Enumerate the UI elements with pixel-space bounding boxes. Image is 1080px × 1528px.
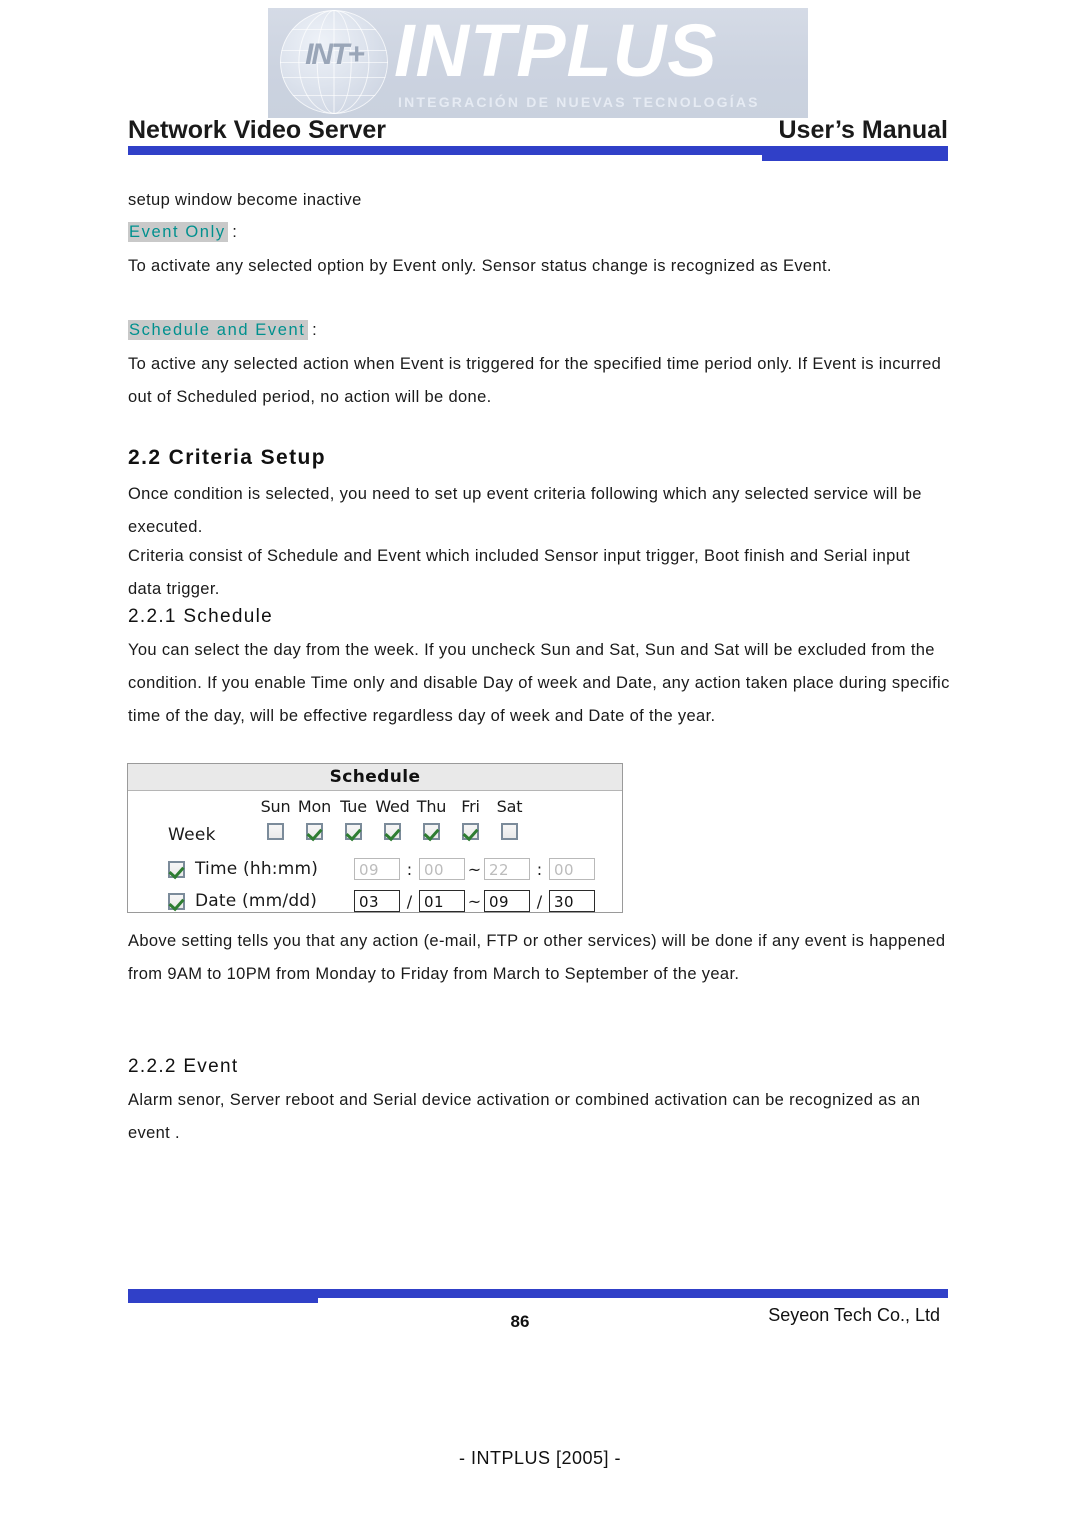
checkbox-day-tue[interactable] [345,823,362,840]
date-start-separator: / [406,891,413,911]
date-fields: 03 / 01 ~ 09 / 30 [354,889,595,913]
schedule-settings-panel: Schedule Week Sun Mon Tue Wed Thu Fri Sa… [127,763,623,913]
date-row: Date (mm/dd) [168,889,317,913]
checkbox-enable-time[interactable] [168,860,185,878]
paragraph-2-2-a: Once condition is selected, you need to … [128,485,922,536]
logo-wordmark: INTPLUS [394,9,718,92]
checkbox-day-sat[interactable] [501,823,518,840]
time-start-separator: : [406,859,413,879]
header-rule-right [762,146,948,161]
input-date-end-day[interactable]: 30 [549,890,595,912]
checkbox-day-thu[interactable] [423,823,440,840]
term-schedule-and-event-line: Schedule and Event : [128,314,952,347]
heading-2-2-1-schedule: 2.2.1 Schedule [128,606,273,627]
schedule-panel-title: Schedule [128,764,622,791]
time-end-separator: : [536,859,543,879]
day-label-wed: Wed [375,797,410,816]
footer-company-name: Seyeon Tech Co., Ltd [768,1305,940,1325]
intro-line: setup window become inactive [128,191,362,209]
paragraph-2-2-b: Criteria consist of Schedule and Event w… [128,547,911,598]
day-label-thu: Thu [416,797,447,816]
term-event-only: Event Only [128,222,228,242]
date-row-label: Date (mm/dd) [195,891,318,911]
footer-credit: - INTPLUS [2005] - [458,1448,622,1468]
time-row: Time (hh:mm) [168,857,318,881]
checkbox-enable-date[interactable] [168,892,185,910]
input-date-start-day[interactable]: 01 [419,890,465,912]
date-end-separator: / [536,891,543,911]
input-date-start-month[interactable]: 03 [354,890,400,912]
company-logo-banner: INT+ INTPLUS INTEGRACIÓN DE NUEVAS TECNO… [268,8,808,118]
logo-monogram: INT+ [305,38,365,71]
term-event-only-colon: : [227,223,237,241]
paragraph-after-figure: Above setting tells you that any action … [128,932,946,983]
header-document-title: Network Video Server [128,116,386,144]
day-label-tue: Tue [340,797,367,816]
time-fields: 09 : 00 ~ 22 : 00 [354,857,595,881]
term-event-only-line: Event Only : [128,216,952,249]
input-time-start-minute[interactable]: 00 [419,858,465,880]
checkbox-day-mon[interactable] [306,823,323,840]
checkbox-day-sun[interactable] [267,823,284,840]
manual-page: INT+ INTPLUS INTEGRACIÓN DE NUEVAS TECNO… [0,0,1080,1528]
paragraph-2-2-2: Alarm senor, Server reboot and Serial de… [128,1091,921,1142]
heading-2-2-criteria-setup: 2.2 Criteria Setup [128,446,326,469]
week-row-label: Week [168,825,216,845]
header-rule-left [128,146,762,155]
heading-2-2-2-event: 2.2.2 Event [128,1056,239,1077]
input-time-end-minute[interactable]: 00 [549,858,595,880]
day-of-week-checkboxes [256,823,529,840]
day-label-sat: Sat [496,797,523,816]
day-of-week-header: Sun Mon Tue Wed Thu Fri Sat [256,797,529,816]
input-date-end-month[interactable]: 09 [484,890,530,912]
paragraph-schedule-and-event: To active any selected action when Event… [128,355,942,406]
footer-rule-right [318,1289,948,1298]
input-time-start-hour[interactable]: 09 [354,858,400,880]
checkbox-day-fri[interactable] [462,823,479,840]
header-manual-label: User’s Manual [778,116,948,144]
input-time-end-hour[interactable]: 22 [484,858,530,880]
day-label-sun: Sun [260,797,291,816]
checkbox-day-wed[interactable] [384,823,401,840]
date-range-separator: ~ [467,891,482,911]
term-schedule-and-event-colon: : [307,321,317,339]
schedule-panel-body: Week Sun Mon Tue Wed Thu Fri Sat Time (h… [128,791,622,912]
day-label-mon: Mon [297,797,332,816]
time-range-separator: ~ [467,859,482,879]
logo-tagline: INTEGRACIÓN DE NUEVAS TECNOLOGÍAS [398,94,760,110]
paragraph-event-only: To activate any selected option by Event… [128,257,832,275]
term-schedule-and-event: Schedule and Event [128,320,308,340]
footer-rule-left [128,1289,318,1303]
day-label-fri: Fri [461,797,480,816]
page-number: 86 [510,1312,530,1331]
time-row-label: Time (hh:mm) [195,859,319,879]
paragraph-2-2-1: You can select the day from the week. If… [128,641,950,725]
